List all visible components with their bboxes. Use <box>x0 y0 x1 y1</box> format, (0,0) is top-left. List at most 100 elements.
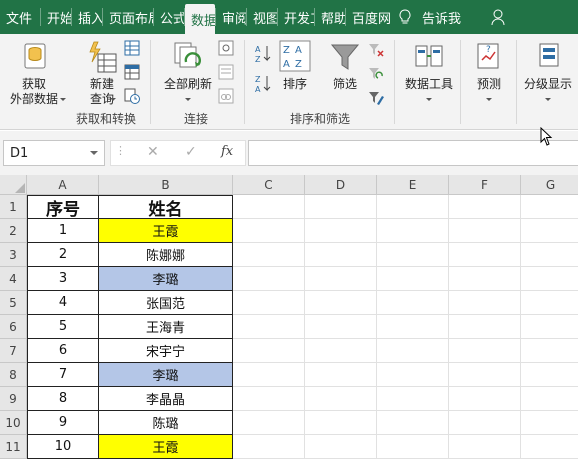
connections-icon[interactable] <box>218 40 234 56</box>
column-header-D[interactable]: D <box>305 175 377 195</box>
cell-name[interactable]: 李晶晶 <box>99 387 233 411</box>
cell-no[interactable]: 6 <box>27 339 99 363</box>
cell[interactable] <box>233 219 305 243</box>
cell[interactable] <box>521 243 578 267</box>
cell[interactable] <box>521 411 578 435</box>
column-header-A[interactable]: A <box>27 175 99 195</box>
insert-function-icon[interactable]: fx <box>221 144 233 159</box>
cell-no[interactable]: 1 <box>27 219 99 243</box>
cell[interactable] <box>521 435 578 459</box>
cell[interactable] <box>377 195 449 219</box>
tab-2[interactable]: 插入 <box>72 0 102 34</box>
column-header-C[interactable]: C <box>233 175 305 195</box>
get-external-data-button[interactable]: 获取 外部数据 <box>4 38 66 108</box>
cell[interactable] <box>305 243 377 267</box>
row-header[interactable]: 8 <box>0 363 27 387</box>
cell[interactable] <box>521 219 578 243</box>
cell[interactable] <box>377 219 449 243</box>
cell[interactable] <box>449 387 521 411</box>
cell[interactable] <box>449 219 521 243</box>
cell[interactable] <box>233 291 305 315</box>
column-header-F[interactable]: F <box>449 175 521 195</box>
cell[interactable] <box>305 339 377 363</box>
cell[interactable] <box>305 267 377 291</box>
cell[interactable] <box>233 243 305 267</box>
tab-6[interactable]: 审阅 <box>216 0 246 34</box>
sort-ascending-icon[interactable]: A Z <box>254 44 272 64</box>
header-cell-name[interactable]: 姓名 <box>99 195 233 220</box>
cell[interactable] <box>233 435 305 459</box>
outline-button[interactable]: 分级显示 <box>518 38 578 108</box>
column-header-B[interactable]: B <box>99 175 233 195</box>
cell[interactable] <box>233 195 305 219</box>
properties-icon[interactable] <box>218 64 234 80</box>
cell[interactable] <box>305 387 377 411</box>
tell-me-search[interactable]: 告诉我 <box>416 0 467 34</box>
row-header[interactable]: 4 <box>0 267 27 291</box>
cell-no[interactable]: 10 <box>27 435 99 459</box>
cell-name[interactable]: 陈璐 <box>99 411 233 435</box>
from-table-icon[interactable] <box>124 64 140 80</box>
formula-input[interactable] <box>248 140 578 166</box>
cell[interactable] <box>449 243 521 267</box>
edit-links-icon[interactable] <box>218 88 234 104</box>
cell[interactable] <box>377 267 449 291</box>
select-all-corner[interactable] <box>0 175 27 195</box>
row-header[interactable]: 9 <box>0 387 27 411</box>
cell-no[interactable]: 2 <box>27 243 99 267</box>
cell[interactable] <box>233 387 305 411</box>
cell[interactable] <box>449 291 521 315</box>
reapply-icon[interactable] <box>368 66 384 82</box>
row-header[interactable]: 1 <box>0 195 27 219</box>
cell-no[interactable]: 8 <box>27 387 99 411</box>
name-box[interactable]: D1 <box>3 140 105 166</box>
cell[interactable] <box>377 435 449 459</box>
cell[interactable] <box>521 363 578 387</box>
header-cell-no[interactable]: 序号 <box>27 195 99 220</box>
clear-filter-icon[interactable] <box>368 42 384 58</box>
row-header[interactable]: 2 <box>0 219 27 243</box>
share-person-icon[interactable] <box>491 8 507 26</box>
tab-8[interactable]: 开发工具 <box>278 0 314 34</box>
cell-name[interactable]: 陈娜娜 <box>99 243 233 267</box>
cell[interactable] <box>521 315 578 339</box>
cell-name[interactable]: 李璐 <box>99 363 233 387</box>
cell[interactable] <box>377 387 449 411</box>
cell[interactable] <box>377 339 449 363</box>
cell-name[interactable]: 李璐 <box>99 267 233 291</box>
enter-icon[interactable]: ✓ <box>185 144 197 160</box>
advanced-filter-icon[interactable] <box>368 90 384 106</box>
cell[interactable] <box>233 339 305 363</box>
cell[interactable] <box>521 339 578 363</box>
cell[interactable] <box>233 315 305 339</box>
chevron-down-icon[interactable] <box>90 151 98 155</box>
cell[interactable] <box>305 411 377 435</box>
row-header[interactable]: 3 <box>0 243 27 267</box>
cell[interactable] <box>449 315 521 339</box>
refresh-all-button[interactable]: 全部刷新 <box>158 38 218 108</box>
cell[interactable] <box>377 243 449 267</box>
row-header[interactable]: 6 <box>0 315 27 339</box>
recent-sources-icon[interactable] <box>124 88 140 104</box>
cell[interactable] <box>377 411 449 435</box>
cell-name[interactable]: 宋宇宁 <box>99 339 233 363</box>
cell[interactable] <box>449 363 521 387</box>
row-header[interactable]: 10 <box>0 411 27 435</box>
cell-no[interactable]: 9 <box>27 411 99 435</box>
cell[interactable] <box>305 363 377 387</box>
tab-0[interactable]: 文件 <box>0 0 40 34</box>
data-tools-button[interactable]: 数据工具 <box>400 38 458 108</box>
cell[interactable] <box>521 267 578 291</box>
cell[interactable] <box>305 315 377 339</box>
cell[interactable] <box>521 291 578 315</box>
cell[interactable] <box>377 291 449 315</box>
cell-no[interactable]: 7 <box>27 363 99 387</box>
column-header-E[interactable]: E <box>377 175 449 195</box>
cell[interactable] <box>233 363 305 387</box>
lightbulb-icon[interactable] <box>398 9 412 25</box>
cell[interactable] <box>233 411 305 435</box>
cell[interactable] <box>305 291 377 315</box>
sort-descending-icon[interactable]: Z A <box>254 74 272 94</box>
new-query-button[interactable]: 新建 查询 <box>80 38 124 108</box>
cell[interactable] <box>377 315 449 339</box>
